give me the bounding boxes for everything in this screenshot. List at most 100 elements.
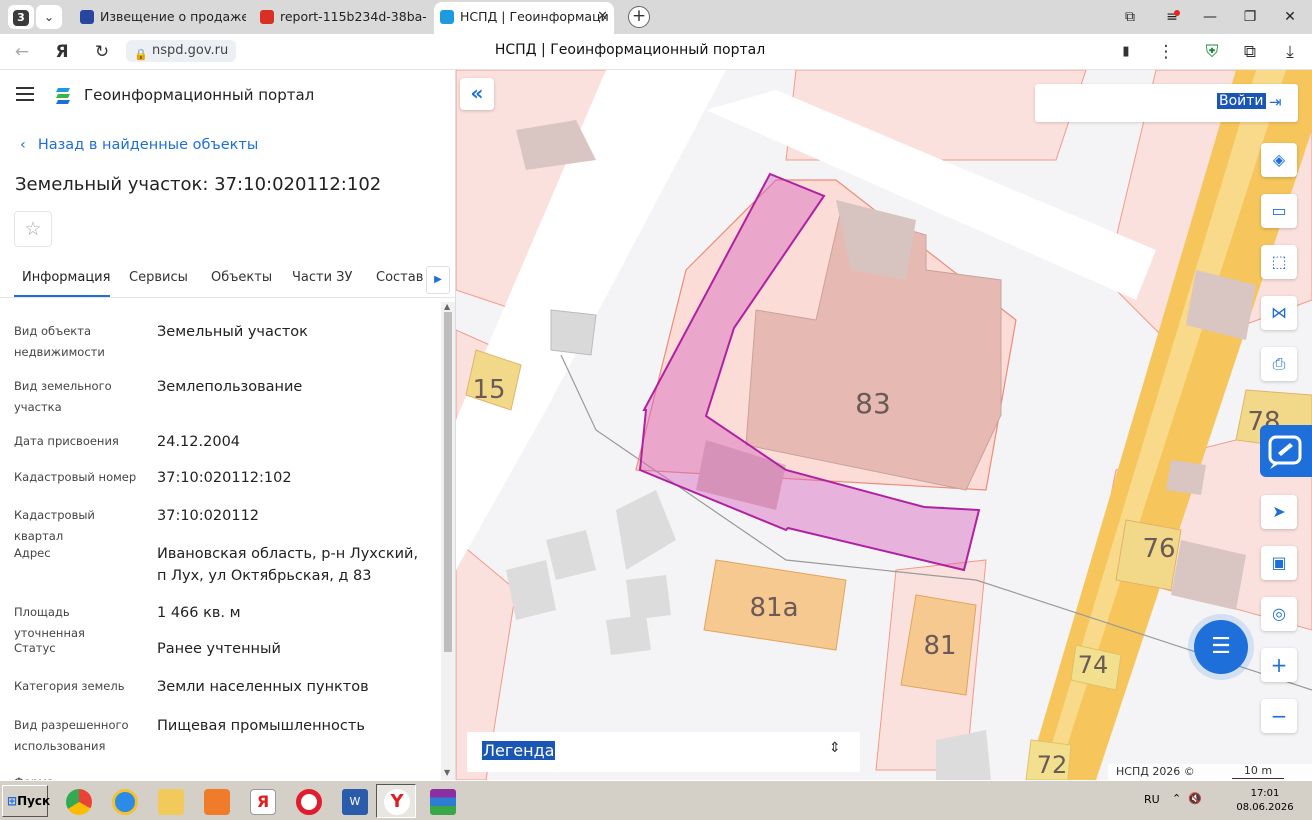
feedback-panel-icon[interactable]: [1260, 425, 1312, 477]
chevron-down-icon[interactable]: ⌄: [36, 5, 62, 29]
clock-time: 17:01: [1250, 788, 1280, 799]
legend-label: Легенда: [482, 741, 556, 760]
attribute-key: Кадастровый номер: [14, 470, 137, 484]
house-number-label: 76: [1142, 534, 1175, 564]
download-icon[interactable]: ⤓: [1278, 40, 1302, 64]
login-icon[interactable]: ⇥: [1269, 93, 1282, 111]
menu-icon[interactable]: ≡: [1154, 4, 1190, 30]
chat-icon[interactable]: ☰: [1194, 620, 1248, 674]
chevron-updown-icon[interactable]: ⇕: [829, 740, 841, 756]
tab-parcel-parts[interactable]: Части ЗУ: [292, 270, 352, 285]
panel-scrollbar[interactable]: ▲ ▼: [441, 302, 455, 780]
print-icon[interactable]: ⎙: [1261, 347, 1297, 381]
nspd-favicon-icon: [440, 10, 454, 24]
protect-icon[interactable]: ⛨: [1200, 40, 1224, 64]
tab-title: Извещение о продаже зе: [100, 9, 246, 24]
pdf-favicon-icon: [260, 10, 274, 24]
browser-tab-active[interactable]: НСПД | Геоинформаци ✕: [434, 2, 614, 34]
yandex-app-icon[interactable]: Я: [242, 784, 282, 818]
house-number-label: 83: [855, 387, 891, 420]
start-label: Пуск: [17, 794, 51, 808]
tray-arrow-icon[interactable]: ⌃: [1172, 792, 1181, 805]
attribute-value: Землепользование: [157, 379, 303, 395]
opera-app-icon[interactable]: [288, 784, 328, 818]
building: [506, 560, 556, 620]
winrar-app-icon[interactable]: [422, 784, 462, 818]
attribute-value: 24.12.2004: [157, 434, 241, 450]
house-number-label: 81а: [749, 593, 798, 623]
explorer-app-icon[interactable]: [150, 784, 190, 818]
tab-counter-button[interactable]: 3: [8, 5, 34, 29]
tab-composition[interactable]: Состав: [376, 270, 423, 285]
chrome-app-icon[interactable]: [58, 784, 98, 818]
browser-tab[interactable]: Извещение о продаже зе: [74, 2, 246, 34]
chevron-right-icon[interactable]: ▶: [426, 266, 450, 294]
active-tab-indicator: [14, 295, 110, 297]
collections-icon[interactable]: ⧉: [1112, 4, 1148, 30]
tab-objects[interactable]: Объекты: [211, 270, 272, 285]
attribute-key: Статус: [14, 641, 56, 655]
ie-app-icon[interactable]: [104, 784, 144, 818]
tab-services[interactable]: Сервисы: [129, 270, 188, 285]
volume-muted-icon[interactable]: 🔇: [1188, 792, 1202, 805]
language-indicator[interactable]: RU: [1144, 793, 1160, 806]
panel-tabs: Информация Сервисы Объекты Части ЗУ Сост…: [0, 266, 455, 298]
system-tray: RU ⌃ 🔇 17:01 08.06.2026: [1130, 784, 1310, 818]
scrollbar-thumb[interactable]: [444, 312, 452, 652]
new-tab-button[interactable]: +: [628, 6, 650, 28]
bookmark-icon[interactable]: ▮: [1114, 40, 1138, 64]
browser-tab[interactable]: report-115b234d-38ba-4e: [254, 2, 426, 34]
minimize-icon[interactable]: —: [1192, 4, 1228, 30]
window-close-icon[interactable]: ✕: [1272, 4, 1308, 30]
attribute-key: Форма собственности: [14, 772, 144, 780]
more-icon[interactable]: ⋮: [1154, 40, 1178, 64]
building: [550, 309, 597, 356]
house-number-label: 74: [1078, 651, 1109, 679]
extensions-icon[interactable]: ⧉: [1238, 40, 1262, 64]
attribute-value: Ранее учтенный: [157, 641, 281, 657]
object-title: Земельный участок: 37:10:020112:102: [15, 174, 382, 195]
tab-title: НСПД | Геоинформаци: [460, 9, 609, 24]
feedback-glyph: [1268, 435, 1302, 469]
layers-icon[interactable]: ◈: [1261, 143, 1297, 177]
copyright-text: НСПД 2026 ©: [1116, 765, 1195, 778]
close-icon[interactable]: ✕: [597, 2, 608, 32]
tab-count: 3: [13, 10, 29, 26]
attribute-key: Кадастровый квартал: [14, 508, 95, 543]
navigate-arrow-icon[interactable]: ➤: [1261, 495, 1297, 529]
favorite-star-button[interactable]: ☆: [14, 211, 52, 247]
minimap-icon[interactable]: ▣: [1261, 546, 1297, 580]
building: [626, 575, 671, 620]
back-to-results-link[interactable]: ‹ Назад в найденные объекты: [20, 137, 258, 153]
attribute-value: Пищевая промышленность: [157, 718, 365, 734]
tab-information[interactable]: Информация: [22, 270, 110, 285]
login-box[interactable]: Войти ⇥: [1035, 84, 1298, 122]
object-info-panel: Геоинформационный портал ‹ Назад в найден…: [0, 70, 456, 780]
attribute-key: Категория земель: [14, 679, 125, 693]
tab-title: report-115b234d-38ba-4e: [280, 9, 426, 24]
restore-icon[interactable]: ❐: [1232, 4, 1268, 30]
clock[interactable]: 17:01 08.06.2026: [1225, 787, 1305, 815]
geolocation-icon[interactable]: ◎: [1261, 597, 1297, 631]
hamburger-menu-icon[interactable]: [16, 87, 34, 101]
app-title: Геоинформационный портал: [84, 86, 315, 104]
map-canvas[interactable]: 83 15 78 76 81а 81 74 72: [456, 70, 1312, 780]
login-button-label[interactable]: Войти: [1217, 93, 1266, 109]
word-app-icon[interactable]: W: [334, 784, 374, 818]
scroll-up-icon[interactable]: ▲: [444, 302, 450, 311]
start-button[interactable]: ⊞Пуск: [2, 785, 51, 817]
ruler-icon[interactable]: ▭: [1261, 194, 1297, 228]
collapse-panel-button[interactable]: «: [460, 78, 494, 110]
scroll-down-icon[interactable]: ▼: [444, 768, 450, 777]
attribute-value: Земли населенных пунктов: [157, 679, 369, 695]
attribute-value: 1 466 кв. м: [157, 605, 241, 621]
zoom-in-icon[interactable]: +: [1261, 648, 1297, 682]
media-app-icon[interactable]: [196, 784, 236, 818]
yandex-browser-app-icon[interactable]: Y: [376, 784, 416, 818]
share-icon[interactable]: ⋈: [1261, 296, 1297, 330]
portal-logo-icon: [56, 88, 70, 104]
attribute-value: Ивановская область, р-н Лухский, п Лух, …: [157, 546, 419, 584]
area-select-icon[interactable]: ⬚: [1261, 245, 1297, 279]
legend-dropdown[interactable]: Легенда ⇕: [467, 732, 860, 772]
zoom-out-icon[interactable]: −: [1261, 699, 1297, 733]
